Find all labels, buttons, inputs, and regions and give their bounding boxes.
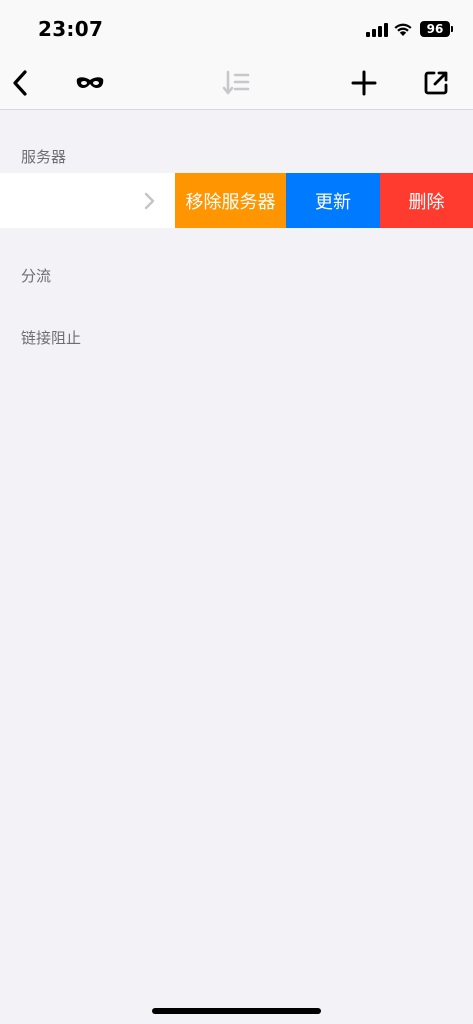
sort-button[interactable] (216, 56, 256, 110)
delete-button[interactable]: 删除 (380, 173, 473, 228)
add-button[interactable] (344, 56, 384, 110)
chevron-right-icon (144, 192, 155, 210)
share-button[interactable] (416, 56, 456, 110)
battery-indicator: 96 (420, 21, 450, 37)
status-bar: 23:07 96 (0, 0, 473, 56)
wifi-icon (394, 23, 412, 36)
server-row[interactable]: 移除服务器 更新 删除 (0, 173, 473, 228)
external-link-icon (424, 71, 448, 95)
status-time: 23:07 (38, 17, 104, 41)
back-button[interactable] (0, 56, 40, 110)
section-header-routing: 分流 (21, 267, 52, 285)
sort-icon (222, 70, 250, 95)
plus-icon (351, 70, 377, 96)
mask-icon (76, 77, 104, 88)
cellular-signal-icon (366, 23, 388, 37)
chevron-left-icon (13, 70, 27, 96)
navigation-bar (0, 56, 473, 110)
battery-tip (451, 26, 453, 32)
update-button[interactable]: 更新 (286, 173, 380, 228)
remove-server-button[interactable]: 移除服务器 (175, 173, 286, 228)
incognito-button[interactable] (70, 56, 110, 110)
section-header-servers: 服务器 (21, 148, 67, 166)
app-screen: 23:07 96 服务器 移除服务器 更新 删除 分流 链接阻止 (0, 0, 473, 1024)
home-indicator[interactable] (152, 1008, 321, 1014)
section-header-block: 链接阻止 (21, 329, 82, 347)
server-row-content[interactable] (0, 173, 175, 228)
